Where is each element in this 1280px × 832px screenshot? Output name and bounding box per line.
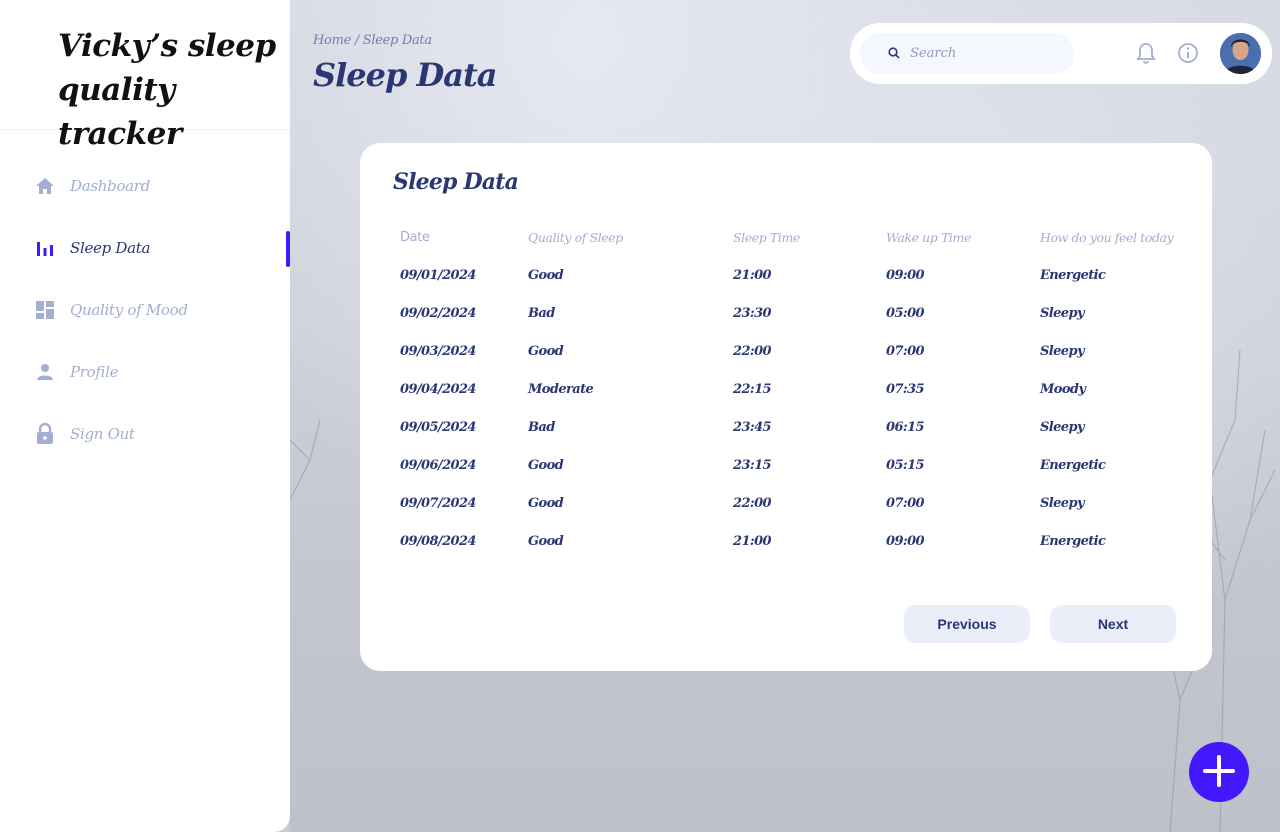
sidebar-item-profile[interactable]: Profile (0, 341, 290, 403)
cell-date: 09/06/2024 (400, 457, 476, 473)
add-entry-button[interactable] (1189, 742, 1249, 802)
cell-feeling: Moody (1040, 381, 1086, 397)
cell-feeling: Energetic (1040, 533, 1106, 549)
cell-wake-time: 07:35 (886, 381, 925, 397)
cell-date: 09/07/2024 (400, 495, 476, 511)
cell-feeling: Sleepy (1040, 495, 1085, 511)
table-row: 09/07/2024 Good 22:00 07:00 Sleepy (400, 484, 1190, 522)
cell-sleep-time: 22:00 (733, 495, 772, 511)
sidebar: Vicky’s sleep quality tracker Dashboard … (0, 0, 290, 832)
app-title: Vicky’s sleep quality tracker (0, 0, 290, 152)
active-indicator (286, 231, 290, 267)
cell-wake-time: 07:00 (886, 495, 925, 511)
app-title-line1: Vicky’s sleep (58, 28, 276, 64)
cell-quality: Moderate (528, 381, 594, 397)
sidebar-item-sign-out[interactable]: Sign Out (0, 403, 290, 465)
cell-date: 09/05/2024 (400, 419, 476, 435)
avatar[interactable] (1220, 33, 1261, 74)
cell-sleep-time: 23:15 (733, 457, 772, 473)
sidebar-nav: Dashboard Sleep Data Quality of Mood Pro… (0, 155, 290, 465)
lock-icon (34, 423, 56, 445)
home-icon (34, 175, 56, 197)
column-header-wake-time: Wake up Time (886, 229, 971, 245)
cell-sleep-time: 22:00 (733, 343, 772, 359)
cell-quality: Bad (528, 419, 555, 435)
cell-sleep-time: 22:15 (733, 381, 772, 397)
table-row: 09/08/2024 Good 21:00 09:00 Energetic (400, 522, 1190, 560)
cell-sleep-time: 21:00 (733, 533, 772, 549)
cell-wake-time: 09:00 (886, 267, 925, 283)
cell-wake-time: 09:00 (886, 533, 925, 549)
sleep-data-card: Sleep Data Date Quality of Sleep Sleep T… (360, 143, 1212, 671)
cell-wake-time: 07:00 (886, 343, 925, 359)
table-row: 09/06/2024 Good 23:15 05:15 Energetic (400, 446, 1190, 484)
app-title-line2: quality tracker (58, 72, 182, 152)
cell-feeling: Sleepy (1040, 419, 1085, 435)
sidebar-item-dashboard[interactable]: Dashboard (0, 155, 290, 217)
breadcrumb[interactable]: Home / Sleep Data (313, 33, 432, 48)
page-title: Sleep Data (313, 56, 497, 94)
cell-feeling: Sleepy (1040, 305, 1085, 321)
sidebar-item-label: Sleep Data (70, 239, 151, 257)
cell-date: 09/01/2024 (400, 267, 476, 283)
search-input[interactable] (910, 46, 1070, 61)
table-row: 09/03/2024 Good 22:00 07:00 Sleepy (400, 332, 1190, 370)
table-row: 09/02/2024 Bad 23:30 05:00 Sleepy (400, 294, 1190, 332)
previous-button[interactable]: Previous (904, 605, 1030, 643)
cell-quality: Good (528, 495, 564, 511)
column-header-date: Date (400, 229, 430, 245)
sidebar-item-quality-of-mood[interactable]: Quality of Mood (0, 279, 290, 341)
info-icon[interactable] (1177, 42, 1199, 68)
card-title: Sleep Data (393, 169, 519, 195)
cell-wake-time: 05:15 (886, 457, 925, 473)
column-header-sleep-time: Sleep Time (733, 229, 800, 245)
search-icon (888, 44, 900, 63)
column-header-feeling: How do you feel today (1040, 229, 1174, 245)
table-row: 09/05/2024 Bad 23:45 06:15 Sleepy (400, 408, 1190, 446)
search-box[interactable] (860, 33, 1074, 74)
bar-chart-icon (34, 237, 56, 259)
top-bar (850, 23, 1272, 84)
table-row: 09/01/2024 Good 21:00 09:00 Energetic (400, 256, 1190, 294)
person-icon (34, 361, 56, 383)
cell-quality: Good (528, 343, 564, 359)
cell-date: 09/04/2024 (400, 381, 476, 397)
cell-sleep-time: 21:00 (733, 267, 772, 283)
cell-feeling: Sleepy (1040, 343, 1085, 359)
table-header-row: Date Quality of Sleep Sleep Time Wake up… (400, 218, 1190, 256)
cell-feeling: Energetic (1040, 267, 1106, 283)
sidebar-item-label: Sign Out (70, 425, 135, 443)
sidebar-item-label: Dashboard (70, 177, 150, 195)
cell-wake-time: 06:15 (886, 419, 925, 435)
bell-icon[interactable] (1136, 42, 1156, 68)
cell-date: 09/02/2024 (400, 305, 476, 321)
sidebar-item-sleep-data[interactable]: Sleep Data (0, 217, 290, 279)
cell-quality: Good (528, 457, 564, 473)
cell-date: 09/03/2024 (400, 343, 476, 359)
plus-icon (1202, 754, 1236, 791)
cell-quality: Good (528, 267, 564, 283)
dashboard-grid-icon (34, 299, 56, 321)
cell-feeling: Energetic (1040, 457, 1106, 473)
cell-wake-time: 05:00 (886, 305, 925, 321)
cell-sleep-time: 23:45 (733, 419, 772, 435)
cell-quality: Good (528, 533, 564, 549)
sidebar-item-label: Profile (70, 363, 119, 381)
next-button[interactable]: Next (1050, 605, 1176, 643)
sidebar-item-label: Quality of Mood (70, 301, 188, 319)
table-row: 09/04/2024 Moderate 22:15 07:35 Moody (400, 370, 1190, 408)
column-header-quality: Quality of Sleep (528, 229, 623, 245)
cell-date: 09/08/2024 (400, 533, 476, 549)
cell-sleep-time: 23:30 (733, 305, 772, 321)
sleep-data-table: Date Quality of Sleep Sleep Time Wake up… (400, 218, 1190, 560)
cell-quality: Bad (528, 305, 555, 321)
